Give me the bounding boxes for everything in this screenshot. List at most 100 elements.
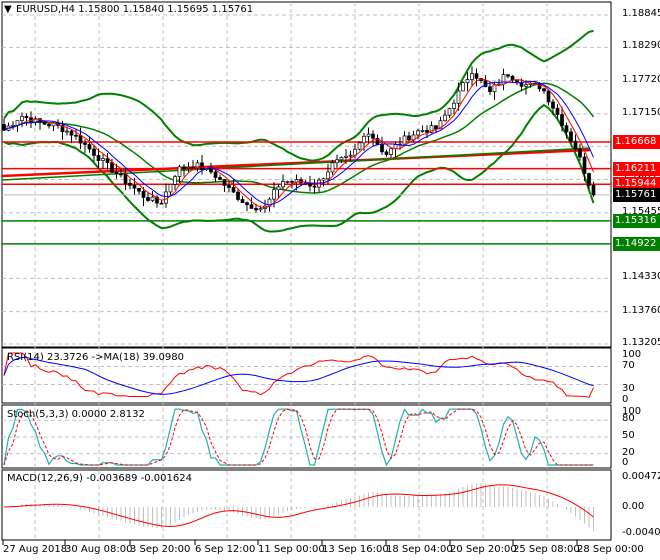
price-axis-label: 1.18845 [622,8,660,19]
candle-body [420,130,425,132]
candle-body [164,191,168,204]
time-axis-label: 28 Sep 00:00 [577,544,644,555]
candle-body [258,208,263,211]
price-axis-label: 1.18290 [622,40,660,52]
price-axis-label: 1.13205 [622,336,660,348]
candle-body [65,130,69,133]
candle-body [578,148,582,158]
candle-body [447,108,452,116]
candle-body [285,181,290,183]
candle-body [47,123,51,127]
trading-chart-window: ▼ EURUSD,H4 1.15800 1.15840 1.15695 1.15… [0,0,660,560]
macd-label: MACD(12,26,9) -0.003689 -0.001624 [7,473,192,484]
macd-axis-label: 0.00 [622,501,645,512]
candle-body [146,197,150,201]
candle-body [357,142,362,150]
candle-body [492,84,497,93]
candle-body [308,183,312,187]
candle-body [281,181,285,188]
price-tag: 1.15761 [613,187,660,202]
bollinger-upper [3,29,594,162]
candle-body [366,133,371,137]
trend-line [1,148,591,178]
candle-body [101,158,105,161]
candle-body [443,114,447,122]
candle-body [191,166,195,169]
candle-body [569,131,573,142]
time-axis-label: 18 Sep 04:00 [386,544,453,555]
rsi-axis-label: 70 [622,360,635,371]
candle-body [551,101,555,109]
price-axis-label: 1.13760 [622,304,660,316]
candle-body [362,135,366,144]
time-axis-label: 25 Sep 08:00 [513,544,580,555]
candle-body [348,154,353,157]
bollinger-middle [3,82,595,194]
candle-body [110,162,114,173]
candle-body [384,151,389,155]
candle-body [371,133,375,139]
stoch-label: Stoch(5,3,3) 0.0000 2.8132 [7,409,145,420]
candle-body [11,124,15,127]
candle-body [416,130,420,136]
candle-body [159,202,164,205]
candle-body [92,148,96,156]
candle-body [173,176,177,185]
candle-body [326,171,330,180]
candle-body [402,135,407,145]
candle-body [177,166,182,177]
candle-body [105,158,110,163]
candle-body [524,84,528,87]
candle-body [564,125,569,133]
candle-body [24,115,29,119]
stoch-axis-label: 80 [622,413,635,424]
candle-body [330,162,335,173]
candle-body [501,74,506,85]
candle-body [321,178,326,181]
candle-body [339,157,344,161]
rsi-axis-label: 0 [622,394,629,405]
candle-body [87,144,92,150]
time-axis-label: 13 Sep 16:00 [322,544,389,555]
candle-body [537,83,542,90]
candle-body [96,155,101,161]
stoch-axis-label: 0 [622,457,629,468]
time-axis-label: 6 Sep 12:00 [195,544,256,555]
candle-body [78,135,83,144]
candle-body [123,173,128,184]
price-axis-label: 1.14330 [622,271,660,283]
candle-body [276,186,281,191]
candle-body [74,134,78,137]
candle-body [236,191,240,200]
candle-body [218,177,222,180]
time-axis-label: 20 Sep 20:00 [450,544,517,555]
time-axis-label: 3 Sep 20:00 [130,544,191,555]
candle-body [452,102,456,109]
candle-body [582,156,587,174]
price-axis-label: 1.17720 [622,73,660,85]
candle-body [182,166,186,169]
candle-body [114,172,119,175]
candle-body [465,79,470,84]
candle-body [132,185,137,189]
macd-axis-label: -0.004089 [622,527,660,538]
candle-body [470,73,474,80]
candle-body [168,184,173,193]
candle-body [137,187,141,192]
candle-body [119,173,123,176]
price-tag: 1.16211 [613,161,660,176]
chart-title: EURUSD,H4 1.15800 1.15840 1.15695 1.1576… [16,4,254,15]
candle-body [272,189,276,200]
candle-body [249,204,254,209]
candle-body [335,159,339,164]
candle-body [519,82,524,87]
candle-body [20,115,24,121]
candle-body [200,162,204,170]
price-tag: 1.14922 [613,236,660,251]
candle-body [240,199,245,204]
price-tag: 1.15316 [613,213,660,228]
price-tag: 1.16668 [613,134,660,149]
candle-body [573,140,578,150]
candle-body [141,190,146,198]
rsi-label: RSI(14) 23.3726 ->MA(18) 39.0980 [7,352,184,363]
